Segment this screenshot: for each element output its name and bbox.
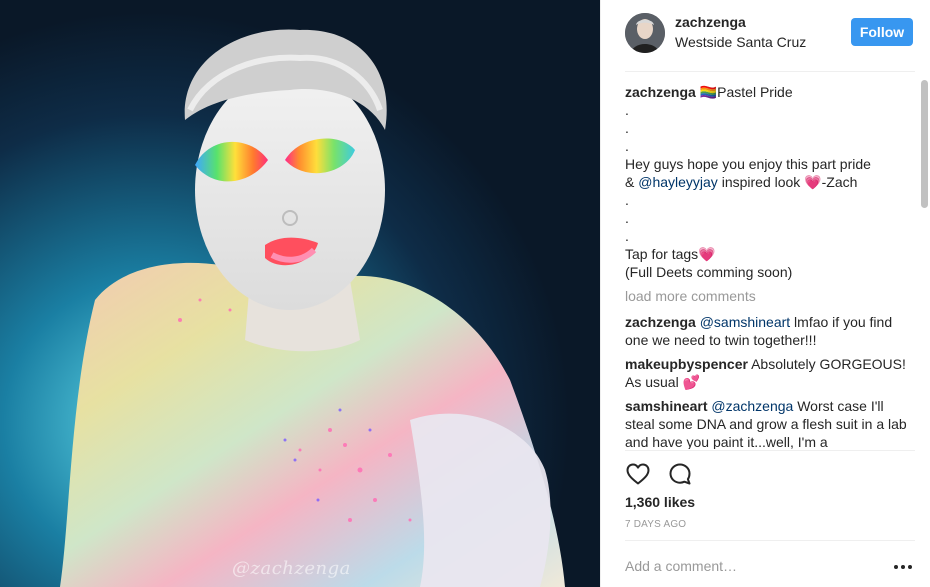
ellipsis-icon[interactable] xyxy=(891,558,915,576)
post-container: @zachzenga zachzenga Westside Santa Cruz… xyxy=(0,0,930,587)
user-info: zachzenga Westside Santa Cruz xyxy=(675,13,806,53)
caption-dot: . xyxy=(625,192,629,208)
watermark-text: @zachzenga xyxy=(232,558,351,579)
caption-text: & xyxy=(625,174,639,190)
caption: zachzenga 🏳️‍🌈Pastel Pride . . . Hey guy… xyxy=(625,83,915,281)
avatar[interactable] xyxy=(625,13,665,53)
post-header: zachzenga Westside Santa Cruz Follow xyxy=(601,0,930,72)
header-location[interactable]: Westside Santa Cruz xyxy=(675,32,806,53)
comment-author[interactable]: makeupbyspencer xyxy=(625,356,748,372)
post-photo[interactable]: @zachzenga xyxy=(0,0,600,587)
post-side-panel: zachzenga Westside Santa Cruz Follow zac… xyxy=(600,0,930,587)
caption-dot: . xyxy=(625,228,629,244)
caption-author[interactable]: zachzenga xyxy=(625,84,696,100)
post-actions xyxy=(625,461,693,487)
likes-count[interactable]: 1,360 likes xyxy=(625,493,695,511)
comment-author[interactable]: zachzenga xyxy=(625,314,696,330)
post-timestamp[interactable]: 7 DAYS AGO xyxy=(625,519,686,531)
portrait-image xyxy=(0,0,600,587)
caption-title: Pastel Pride xyxy=(717,84,793,100)
caption-text-line: Hey guys hope you enjoy this part pride xyxy=(625,156,871,172)
load-more-comments-link[interactable]: load more comments xyxy=(625,287,915,305)
caption-text-line: (Full Deets comming soon) xyxy=(625,264,793,280)
comment-item: makeupbyspencer Absolutely GORGEOUS! As … xyxy=(625,355,915,391)
caption-text: inspired look 💗-Zach xyxy=(717,174,858,190)
comment-mention[interactable]: @zachzenga xyxy=(711,398,793,414)
follow-button[interactable]: Follow xyxy=(851,18,913,46)
add-comment-input[interactable] xyxy=(625,555,885,577)
caption-mention[interactable]: @hayleyyjay xyxy=(638,174,718,190)
divider xyxy=(625,71,915,72)
divider xyxy=(625,540,915,541)
caption-dot: . xyxy=(625,120,629,136)
caption-dot: . xyxy=(625,138,629,154)
caption-dot: . xyxy=(625,210,629,226)
caption-dot: . xyxy=(625,102,629,118)
divider xyxy=(625,450,915,451)
comment-mention[interactable]: @samshineart xyxy=(700,314,790,330)
caption-text-line: Tap for tags💗 xyxy=(625,246,716,262)
avatar-image xyxy=(625,13,665,53)
comment-item: zachzenga @samshineart lmfao if you find… xyxy=(625,313,915,349)
comment-bubble-icon[interactable] xyxy=(667,461,693,487)
scrollbar-thumb[interactable] xyxy=(921,80,928,208)
comment-author[interactable]: samshineart xyxy=(625,398,707,414)
heart-icon[interactable] xyxy=(625,461,651,487)
comment-item: samshineart @zachzenga Worst case I'll s… xyxy=(625,397,915,449)
pride-flag-emoji: 🏳️‍🌈 xyxy=(699,84,718,100)
comments-scrollbar[interactable] xyxy=(921,80,928,440)
header-username[interactable]: zachzenga xyxy=(675,13,806,32)
comments-list[interactable]: zachzenga 🏳️‍🌈Pastel Pride . . . Hey guy… xyxy=(625,83,915,449)
